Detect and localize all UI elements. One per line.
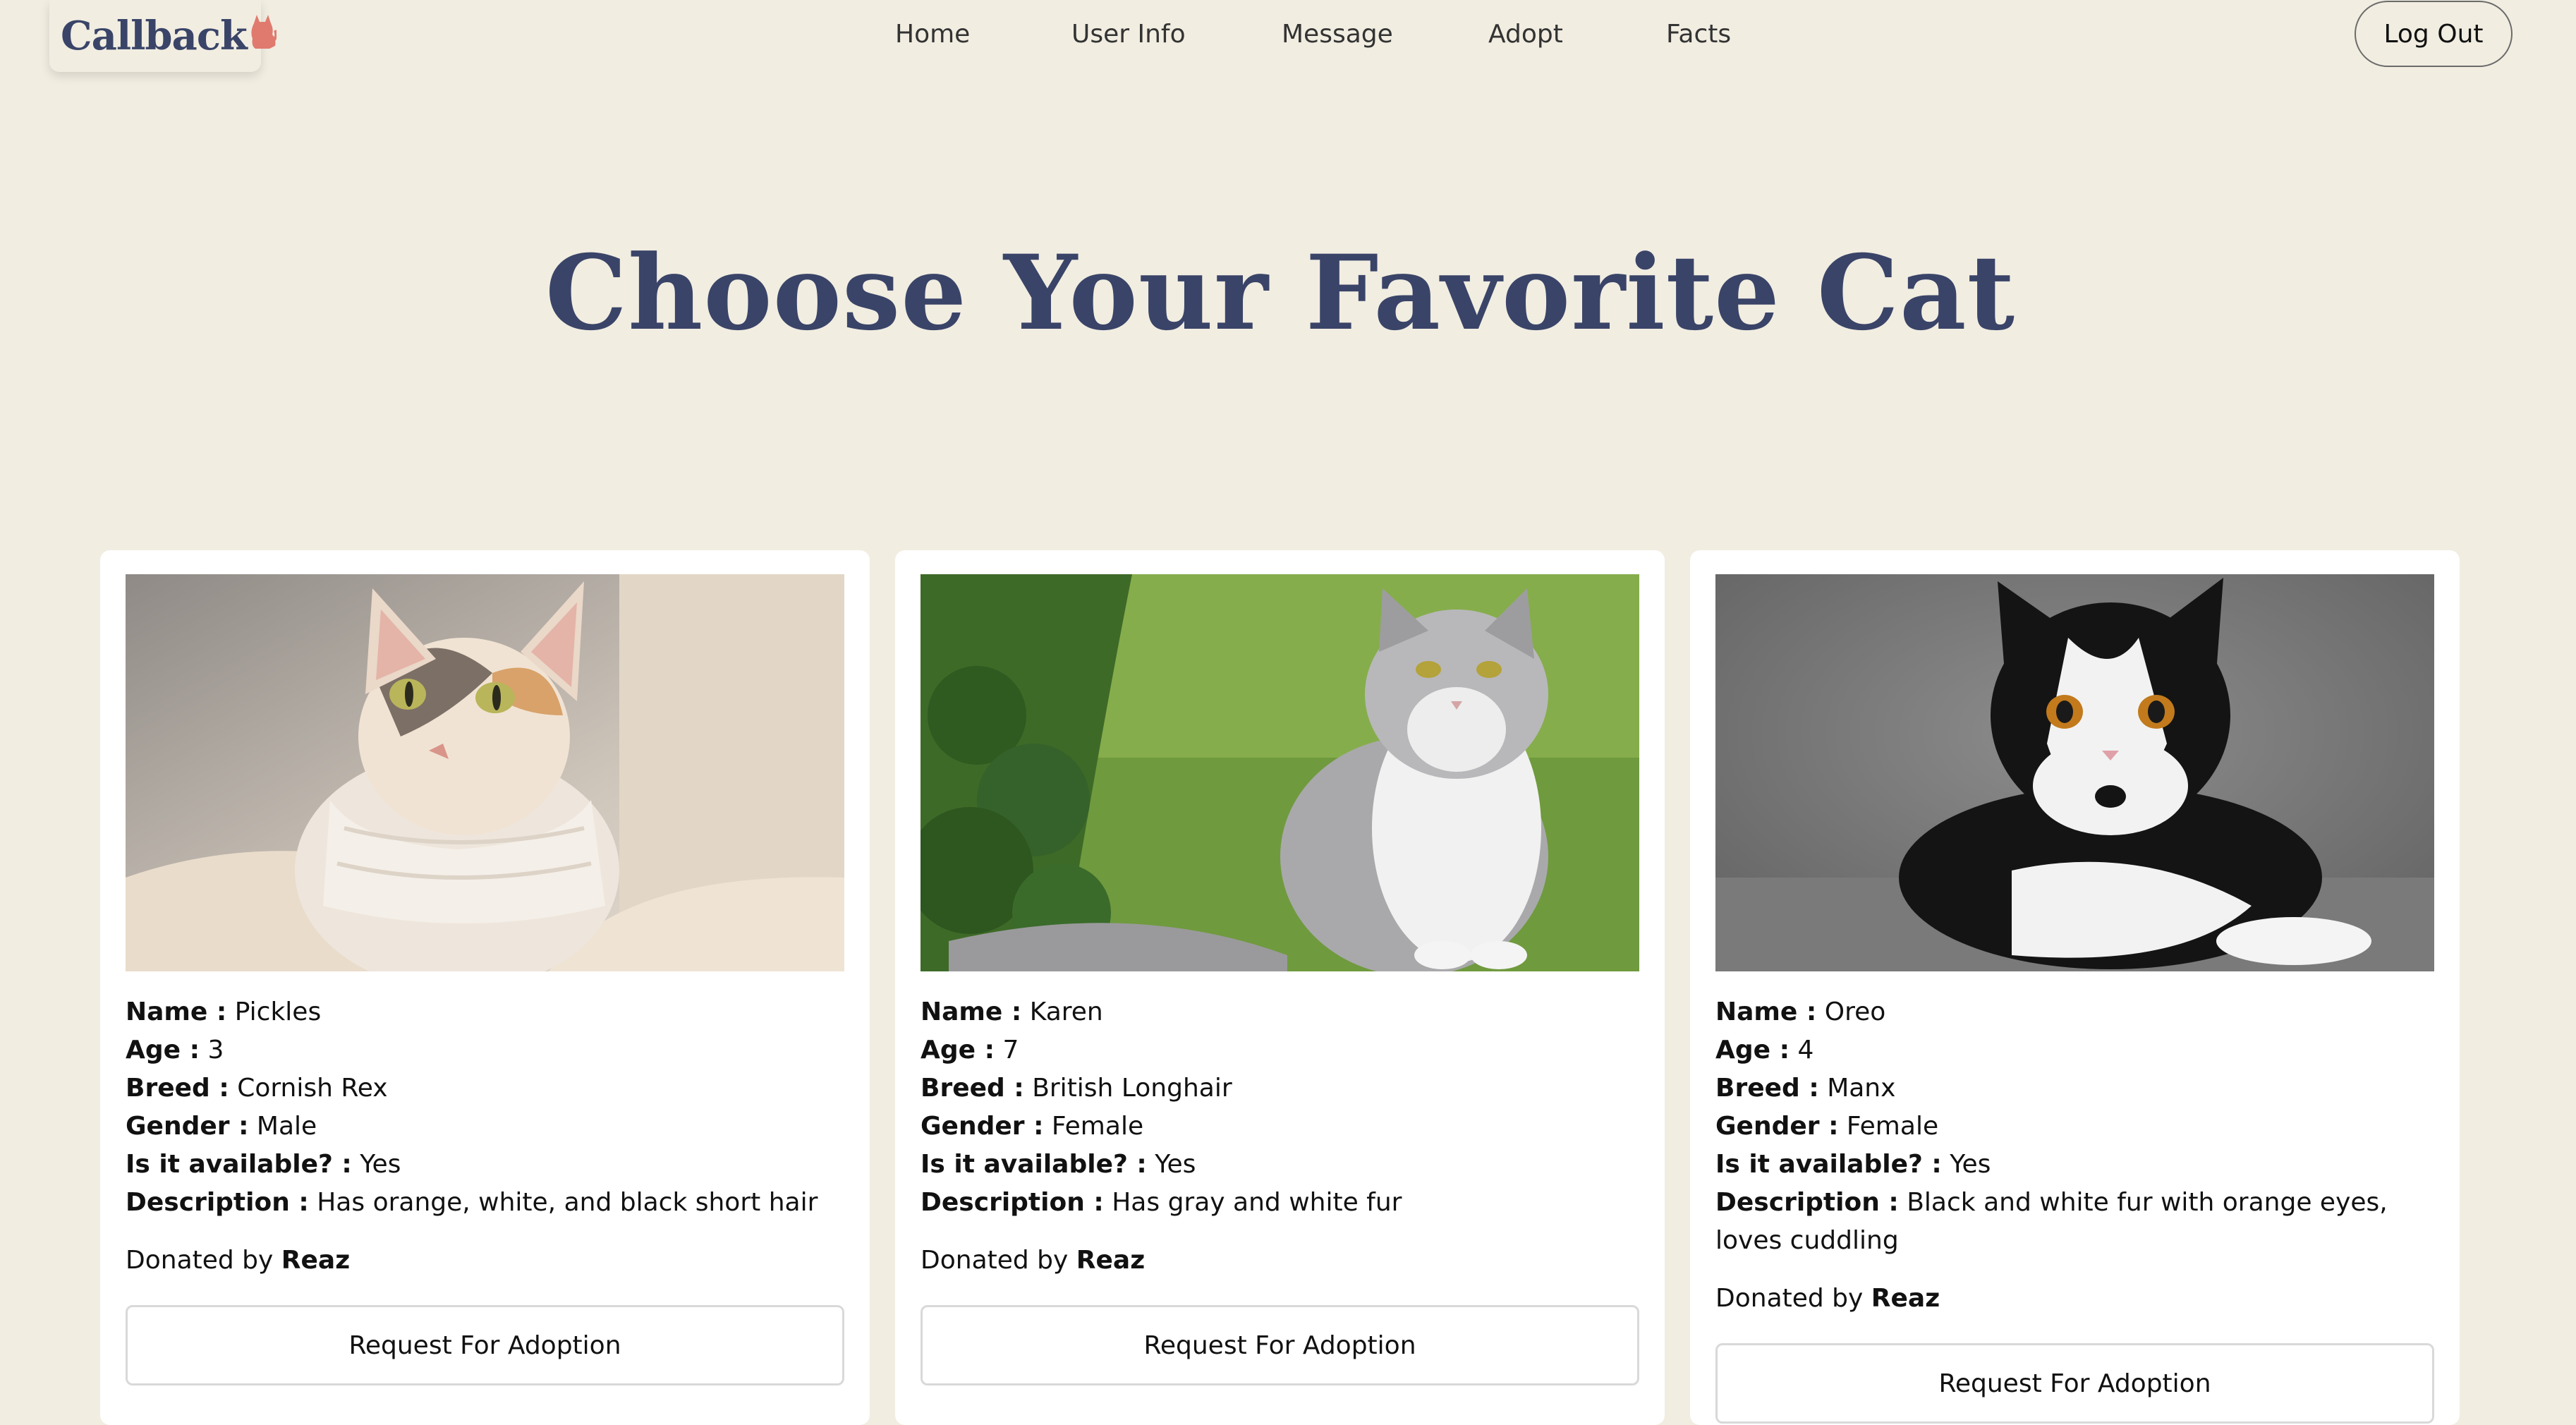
- request-adoption-button[interactable]: Request For Adoption: [921, 1305, 1639, 1385]
- cat-description-row: Description : Black and white fur with o…: [1715, 1188, 2388, 1255]
- page-title: Choose Your Favorite Cat: [545, 233, 2016, 353]
- nav-user-info[interactable]: User Info: [1071, 20, 1186, 49]
- cat-card: Name : Oreo Age : 4 Breed : Manx Gender …: [1690, 550, 2460, 1425]
- cat-breed: Manx: [1827, 1074, 1896, 1103]
- cat-name: Pickles: [234, 998, 322, 1026]
- donor-line: Donated by Reaz: [1715, 1284, 1940, 1313]
- nav-home[interactable]: Home: [895, 20, 970, 49]
- nav-menu: Home User Info Message Adopt Facts: [0, 0, 2576, 73]
- cat-details: Name : Karen Age : 7 Breed : British Lon…: [921, 993, 1639, 1385]
- cat-breed-row: Breed : British Longhair: [921, 1074, 1232, 1103]
- cat-name-row: Name : Pickles: [126, 998, 322, 1026]
- cat-gender: Female: [1051, 1112, 1144, 1141]
- cat-gender-row: Gender : Female: [921, 1112, 1144, 1141]
- cat-photo: [126, 574, 844, 971]
- cat-photo: [1715, 574, 2434, 971]
- cat-name: Karen: [1029, 998, 1103, 1026]
- cat-age: 3: [207, 1036, 224, 1065]
- cat-age: 7: [1002, 1036, 1019, 1065]
- cat-breed-row: Breed : Cornish Rex: [126, 1074, 388, 1103]
- donor-line: Donated by Reaz: [126, 1246, 351, 1275]
- donor-line: Donated by Reaz: [921, 1246, 1146, 1275]
- nav-facts[interactable]: Facts: [1666, 20, 1731, 49]
- cat-gender: Male: [256, 1112, 317, 1141]
- request-adoption-button[interactable]: Request For Adoption: [126, 1305, 844, 1385]
- nav-message[interactable]: Message: [1282, 20, 1393, 49]
- donor-name: Reaz: [1076, 1246, 1146, 1275]
- donor-name: Reaz: [1871, 1284, 1940, 1313]
- cat-available: Yes: [1155, 1150, 1196, 1179]
- cat-breed-row: Breed : Manx: [1715, 1074, 1896, 1103]
- cat-age-row: Age : 4: [1715, 1036, 1814, 1065]
- cat-available-row: Is it available? : Yes: [921, 1150, 1196, 1179]
- cat-gender-row: Gender : Female: [1715, 1112, 1939, 1141]
- cat-age-row: Age : 7: [921, 1036, 1019, 1065]
- cat-name-row: Name : Karen: [921, 998, 1103, 1026]
- cat-name: Oreo: [1824, 998, 1886, 1026]
- cat-description: Has gray and white fur: [1112, 1188, 1402, 1217]
- cat-description-row: Description : Has orange, white, and bla…: [126, 1188, 818, 1217]
- donor-name: Reaz: [281, 1246, 351, 1275]
- cat-details: Name : Oreo Age : 4 Breed : Manx Gender …: [1715, 993, 2434, 1424]
- cat-photo: [921, 574, 1639, 971]
- cat-gender-row: Gender : Male: [126, 1112, 317, 1141]
- cat-age-row: Age : 3: [126, 1036, 224, 1065]
- cat-available: Yes: [360, 1150, 401, 1179]
- cat-available: Yes: [1950, 1150, 1991, 1179]
- nav-adopt[interactable]: Adopt: [1488, 20, 1563, 49]
- logout-button[interactable]: Log Out: [2355, 1, 2513, 67]
- cat-gender: Female: [1846, 1112, 1939, 1141]
- cat-breed: Cornish Rex: [237, 1074, 388, 1103]
- cat-available-row: Is it available? : Yes: [126, 1150, 401, 1179]
- cat-card: Name : Pickles Age : 3 Breed : Cornish R…: [100, 550, 870, 1425]
- cat-description-row: Description : Has gray and white fur: [921, 1188, 1402, 1217]
- cat-age: 4: [1797, 1036, 1814, 1065]
- navbar: Callback Home User Info Message Adopt Fa…: [0, 0, 2576, 73]
- cat-available-row: Is it available? : Yes: [1715, 1150, 1991, 1179]
- cat-name-row: Name : Oreo: [1715, 998, 1886, 1026]
- cat-details: Name : Pickles Age : 3 Breed : Cornish R…: [126, 993, 844, 1385]
- request-adoption-button[interactable]: Request For Adoption: [1715, 1343, 2434, 1424]
- cat-description: Has orange, white, and black short hair: [317, 1188, 818, 1217]
- cat-card: Name : Karen Age : 7 Breed : British Lon…: [895, 550, 1665, 1425]
- cat-breed: British Longhair: [1032, 1074, 1232, 1103]
